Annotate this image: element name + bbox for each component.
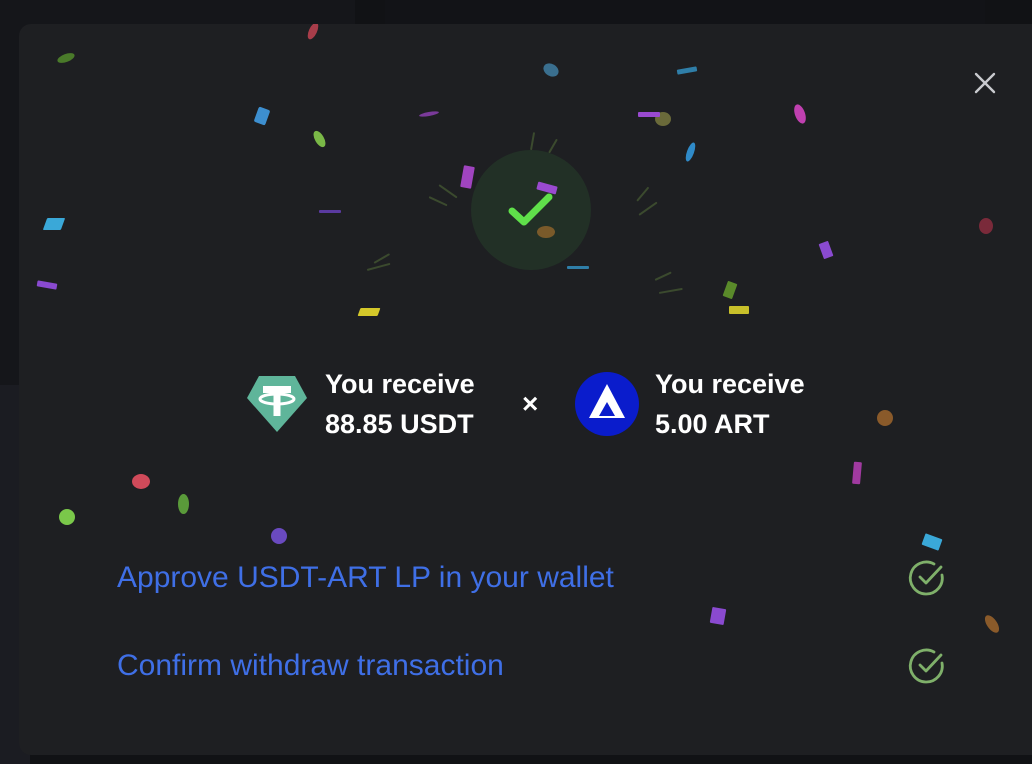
receive-usdt: You receive 88.85 USDT [245, 364, 475, 444]
receive-label: You receive [325, 369, 475, 399]
close-button[interactable] [972, 70, 998, 96]
confetti-piece [722, 280, 738, 300]
confetti-piece [709, 606, 727, 626]
confetti-piece [311, 128, 328, 150]
confetti-piece [982, 612, 1002, 636]
step-label: Confirm withdraw transaction [117, 649, 504, 682]
receive-summary: You receive 88.85 USDT × You receive 5.0… [19, 364, 1032, 444]
receive-label: You receive [655, 369, 805, 399]
burst-ray [548, 138, 558, 154]
confetti-piece [357, 308, 381, 316]
burst-ray [638, 201, 658, 216]
confetti-piece [852, 461, 862, 485]
confetti-piece [418, 110, 440, 118]
burst-ray [654, 271, 672, 281]
confetti-piece [729, 306, 749, 314]
check-circle-icon [908, 648, 944, 684]
checkmark-icon [508, 193, 553, 226]
confetti-piece [683, 141, 698, 163]
burst-ray [658, 287, 683, 294]
confetti-piece [56, 51, 76, 65]
step-label: Approve USDT-ART LP in your wallet [117, 561, 614, 594]
confetti-piece [271, 528, 287, 544]
receive-amount: 88.85 USDT [325, 409, 474, 439]
burst-ray [438, 184, 458, 199]
confetti-piece [460, 165, 475, 189]
tether-icon [247, 376, 307, 432]
confetti-piece [638, 112, 660, 117]
confetti-piece [36, 280, 58, 290]
step-confirm: Confirm withdraw transaction [117, 644, 947, 688]
confetti-piece [921, 533, 943, 551]
confetti-piece [818, 240, 834, 260]
background-header [385, 0, 985, 24]
success-badge [471, 150, 591, 270]
confetti-piece [791, 102, 809, 126]
confetti-piece [305, 24, 321, 41]
confetti-piece [178, 494, 189, 514]
step-approve: Approve USDT-ART LP in your wallet [117, 556, 947, 600]
receive-amount: 5.00 ART [655, 409, 770, 439]
confetti-piece [877, 410, 893, 426]
confetti-piece [537, 226, 555, 238]
withdraw-success-modal: You receive 88.85 USDT × You receive 5.0… [19, 24, 1032, 755]
confetti-piece [132, 474, 150, 489]
confetti-piece [541, 60, 561, 80]
confetti-piece [253, 106, 271, 126]
check-circle-icon [908, 560, 944, 596]
separator-x: × [522, 388, 539, 419]
confetti-piece [319, 210, 341, 213]
close-icon[interactable] [972, 70, 998, 96]
burst-ray [636, 186, 650, 202]
burst-ray [428, 196, 448, 207]
burst-ray [530, 132, 536, 151]
art-token-icon [575, 372, 639, 436]
confetti-piece [979, 218, 993, 234]
receive-art: You receive 5.00 ART [575, 364, 805, 444]
confetti-piece [42, 218, 66, 230]
confetti-piece [676, 66, 698, 75]
confetti-piece [567, 266, 589, 269]
burst-ray [366, 262, 391, 271]
confetti-piece [59, 509, 75, 525]
